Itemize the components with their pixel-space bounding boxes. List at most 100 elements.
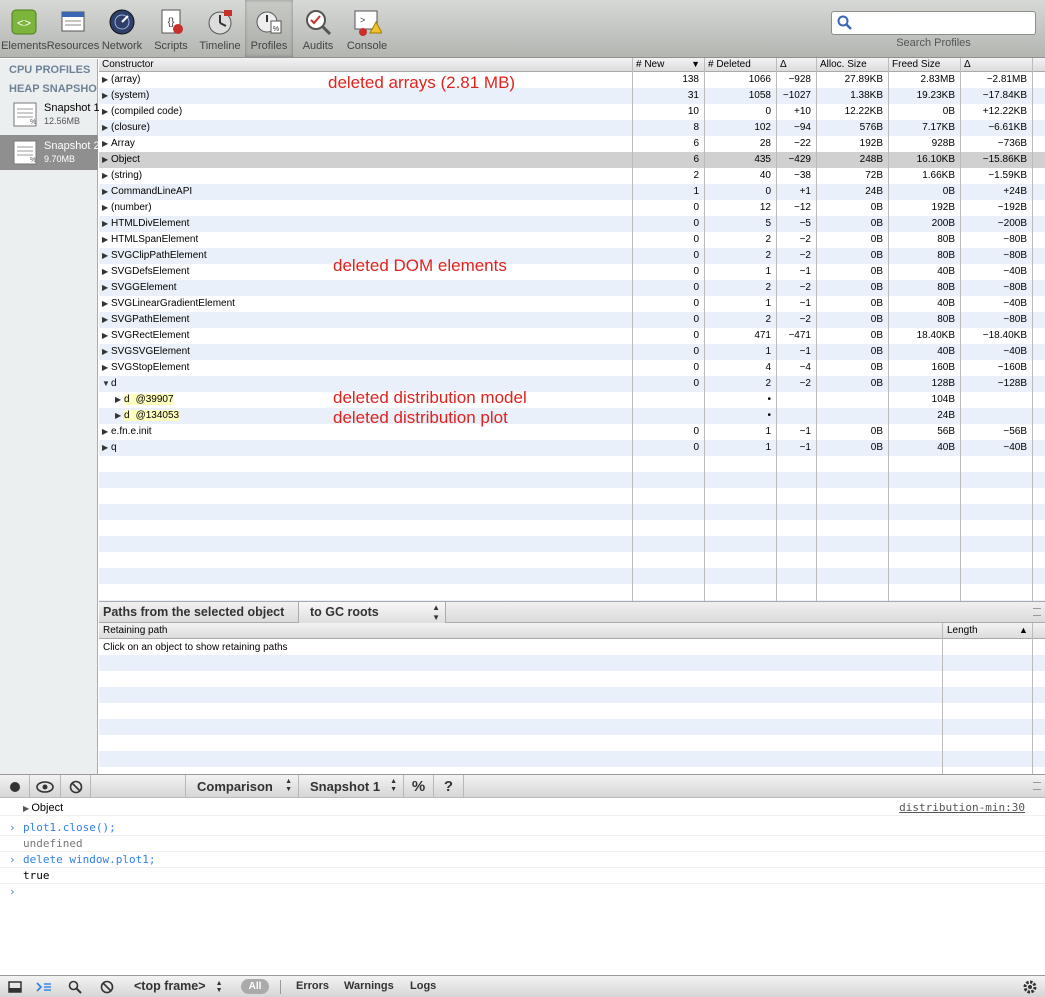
toolbar-profiles[interactable]: % Profiles xyxy=(245,0,293,57)
table-row[interactable]: ▶ q 0 1 −1 0B 40B −40B xyxy=(99,440,1045,456)
table-row[interactable]: ▶ (compiled code) 10 0 +10 12.22KB 0B +12.22KB xyxy=(99,104,1045,120)
table-row[interactable]: ▶ SVGDefsElement 0 1 −1 0B 40B −40B xyxy=(99,264,1045,280)
expand-triangle-icon[interactable]: ▶ xyxy=(102,360,111,376)
col-constructor[interactable]: Constructor xyxy=(99,58,632,72)
expand-triangle-icon[interactable]: ▶ xyxy=(102,312,111,328)
table-row[interactable]: ▶ SVGSVGElement 0 1 −1 0B 40B −40B xyxy=(99,344,1045,360)
cpu-profiles-header[interactable]: CPU PROFILES xyxy=(0,59,97,78)
resize-grip-icon[interactable] xyxy=(1033,782,1041,790)
expand-triangle-icon[interactable]: ▶ xyxy=(102,184,111,200)
clear-console-button[interactable] xyxy=(96,976,118,997)
table-row[interactable]: ▶ e.fn.e.init 0 1 −1 0B 56B −56B xyxy=(99,424,1045,440)
heap-snapshots-header[interactable]: HEAP SNAPSHOTS xyxy=(0,78,97,97)
heap-comparison-grid: Constructor # New ▼ # Deleted Δ Alloc. Si… xyxy=(99,58,1045,601)
table-row[interactable]: ▶ SVGLinearGradientElement 0 1 −1 0B 40B −40B xyxy=(99,296,1045,312)
toolbar-audits[interactable]: Audits xyxy=(294,0,342,57)
console-prompt[interactable]: › xyxy=(0,884,1045,900)
collapse-triangle-icon[interactable]: ▼ xyxy=(102,376,111,392)
table-row[interactable]: ▶ (string) 2 40 −38 72B 1.66KB −1.59KB xyxy=(99,168,1045,184)
expand-triangle-icon[interactable]: ▶ xyxy=(102,152,111,168)
expand-triangle-icon[interactable]: ▶ xyxy=(102,344,111,360)
inspect-button[interactable] xyxy=(64,976,86,997)
expand-triangle-icon[interactable]: ▶ xyxy=(102,200,111,216)
table-row[interactable]: ▶ (system) 31 1058 −1027 1.38KB 19.23KB −17.84K… xyxy=(99,88,1045,104)
table-row[interactable]: ▶ (closure) 8 102 −94 576B 7.17KB −6.61KB xyxy=(99,120,1045,136)
expand-triangle-icon[interactable]: ▶ xyxy=(115,408,124,424)
console-panel[interactable]: ▶ Object distribution-min:30 › plot1.clo… xyxy=(0,798,1045,975)
clear-profiles-button[interactable] xyxy=(61,775,91,798)
expand-triangle-icon[interactable]: ▶ xyxy=(102,328,111,344)
record-button[interactable] xyxy=(0,775,30,798)
table-row[interactable]: ▶ SVGRectElement 0 471 −471 0B 18.40KB −18.40KB xyxy=(99,328,1045,344)
table-row[interactable]: ▶ SVGClipPathElement 0 2 −2 0B 80B −80B xyxy=(99,248,1045,264)
toolbar-timeline[interactable]: Timeline xyxy=(196,0,244,57)
filter-logs-button[interactable]: Logs xyxy=(410,980,436,992)
col-retaining-path[interactable]: Retaining path xyxy=(103,623,168,638)
expand-triangle-icon[interactable]: ▶ xyxy=(102,280,111,296)
table-row[interactable]: ▶ (array) 138 1066 −928 27.89KB 2.83MB −2.81MB xyxy=(99,72,1045,88)
table-row[interactable]: ▶ HTMLSpanElement 0 2 −2 0B 80B −80B xyxy=(99,232,1045,248)
view-select[interactable]: Comparison ▲ ▼ xyxy=(185,775,299,798)
table-row[interactable]: ▶ SVGPathElement 0 2 −2 0B 80B −80B xyxy=(99,312,1045,328)
snapshot-item[interactable]: % Snapshot 2 9.70MB xyxy=(0,135,100,170)
expand-triangle-icon[interactable]: ▶ xyxy=(102,424,111,440)
col-new[interactable]: # New ▼ xyxy=(633,58,704,72)
show-objects-button[interactable] xyxy=(30,775,61,798)
constructor-cell: ▶ (system) xyxy=(102,88,149,104)
expand-triangle-icon[interactable]: ▶ xyxy=(102,440,111,456)
settings-button[interactable] xyxy=(1020,976,1040,997)
delta-cell: −22 xyxy=(794,138,811,149)
table-row[interactable]: ▶ HTMLDivElement 0 5 −5 0B 200B −200B xyxy=(99,216,1045,232)
filter-all-button[interactable]: All xyxy=(241,979,269,994)
console-toggle-button[interactable] xyxy=(33,976,55,997)
snapshot-item[interactable]: % Snapshot 1 12.56MB xyxy=(0,97,100,132)
deleted-cell: 2 xyxy=(765,314,771,325)
col-deleted[interactable]: # Deleted xyxy=(705,58,776,72)
percent-button[interactable]: % xyxy=(404,775,434,798)
expand-triangle-icon[interactable]: ▶ xyxy=(102,296,111,312)
expand-triangle-icon[interactable]: ▶ xyxy=(102,216,111,232)
col-delta[interactable]: Δ xyxy=(777,58,816,72)
filter-errors-button[interactable]: Errors xyxy=(296,980,329,992)
dock-button[interactable] xyxy=(4,976,26,997)
table-row[interactable]: ▼d 0 2 −2 0B 128B −128B xyxy=(99,376,1045,392)
toolbar-scripts[interactable]: {} Scripts xyxy=(147,0,195,57)
table-row[interactable]: ▶ SVGStopElement 0 4 −4 0B 160B −160B xyxy=(99,360,1045,376)
table-row[interactable]: ▶ (number) 0 12 −12 0B 192B −192B xyxy=(99,200,1045,216)
expand-triangle-icon[interactable]: ▶ xyxy=(102,168,111,184)
col-alloc-size[interactable]: Alloc. Size xyxy=(817,58,888,72)
filter-warnings-button[interactable]: Warnings xyxy=(344,980,394,992)
col-length[interactable]: Length xyxy=(947,623,978,638)
frame-select[interactable]: <top frame> ▲ ▼ xyxy=(134,979,223,994)
search-profiles-input[interactable] xyxy=(831,11,1036,35)
expand-triangle-icon[interactable]: ▶ xyxy=(102,88,111,104)
table-row[interactable]: ▶ Object 6 435 −429 248B 16.10KB −15.86KB xyxy=(99,152,1045,168)
table-row[interactable]: ▶ d @134053 • 24B xyxy=(99,408,1045,424)
console-object[interactable]: ▶ Object xyxy=(23,800,63,817)
expand-triangle-icon[interactable]: ▶ xyxy=(102,248,111,264)
expand-triangle-icon[interactable]: ▶ xyxy=(102,232,111,248)
gc-roots-select[interactable]: to GC roots ▲ ▼ xyxy=(298,602,446,623)
toolbar-network[interactable]: Network xyxy=(98,0,146,57)
toolbar-resources[interactable]: Resources xyxy=(47,0,99,57)
expand-triangle-icon[interactable]: ▶ xyxy=(102,104,111,120)
table-row[interactable]: ▶ Array 6 28 −22 192B 928B −736B xyxy=(99,136,1045,152)
constructor-cell: ▶ SVGLinearGradientElement xyxy=(102,296,235,312)
base-snapshot-select[interactable]: Snapshot 1 ▲ ▼ xyxy=(299,775,404,798)
table-row[interactable]: ▶ SVGGElement 0 2 −2 0B 80B −80B xyxy=(99,280,1045,296)
resize-grip-icon[interactable] xyxy=(1033,608,1041,616)
help-button[interactable]: ? xyxy=(434,775,464,798)
col-size-delta[interactable]: Δ xyxy=(961,58,1032,72)
table-row[interactable]: ▶ CommandLineAPI 1 0 +1 24B 0B +24B xyxy=(99,184,1045,200)
expand-triangle-icon[interactable]: ▶ xyxy=(102,72,111,88)
freed-cell: 19.23KB xyxy=(916,90,955,101)
expand-triangle-icon[interactable]: ▶ xyxy=(115,392,124,408)
expand-triangle-icon[interactable]: ▶ xyxy=(102,136,111,152)
toolbar-elements[interactable]: <> Elements xyxy=(0,0,48,57)
table-row[interactable]: ▶ d @39907 • 104B xyxy=(99,392,1045,408)
col-freed-size[interactable]: Freed Size xyxy=(889,58,960,72)
expand-triangle-icon[interactable]: ▶ xyxy=(102,264,111,280)
expand-triangle-icon[interactable]: ▶ xyxy=(102,120,111,136)
source-link[interactable]: distribution-min:30 xyxy=(899,800,1025,816)
toolbar-console[interactable]: > Console xyxy=(343,0,391,57)
